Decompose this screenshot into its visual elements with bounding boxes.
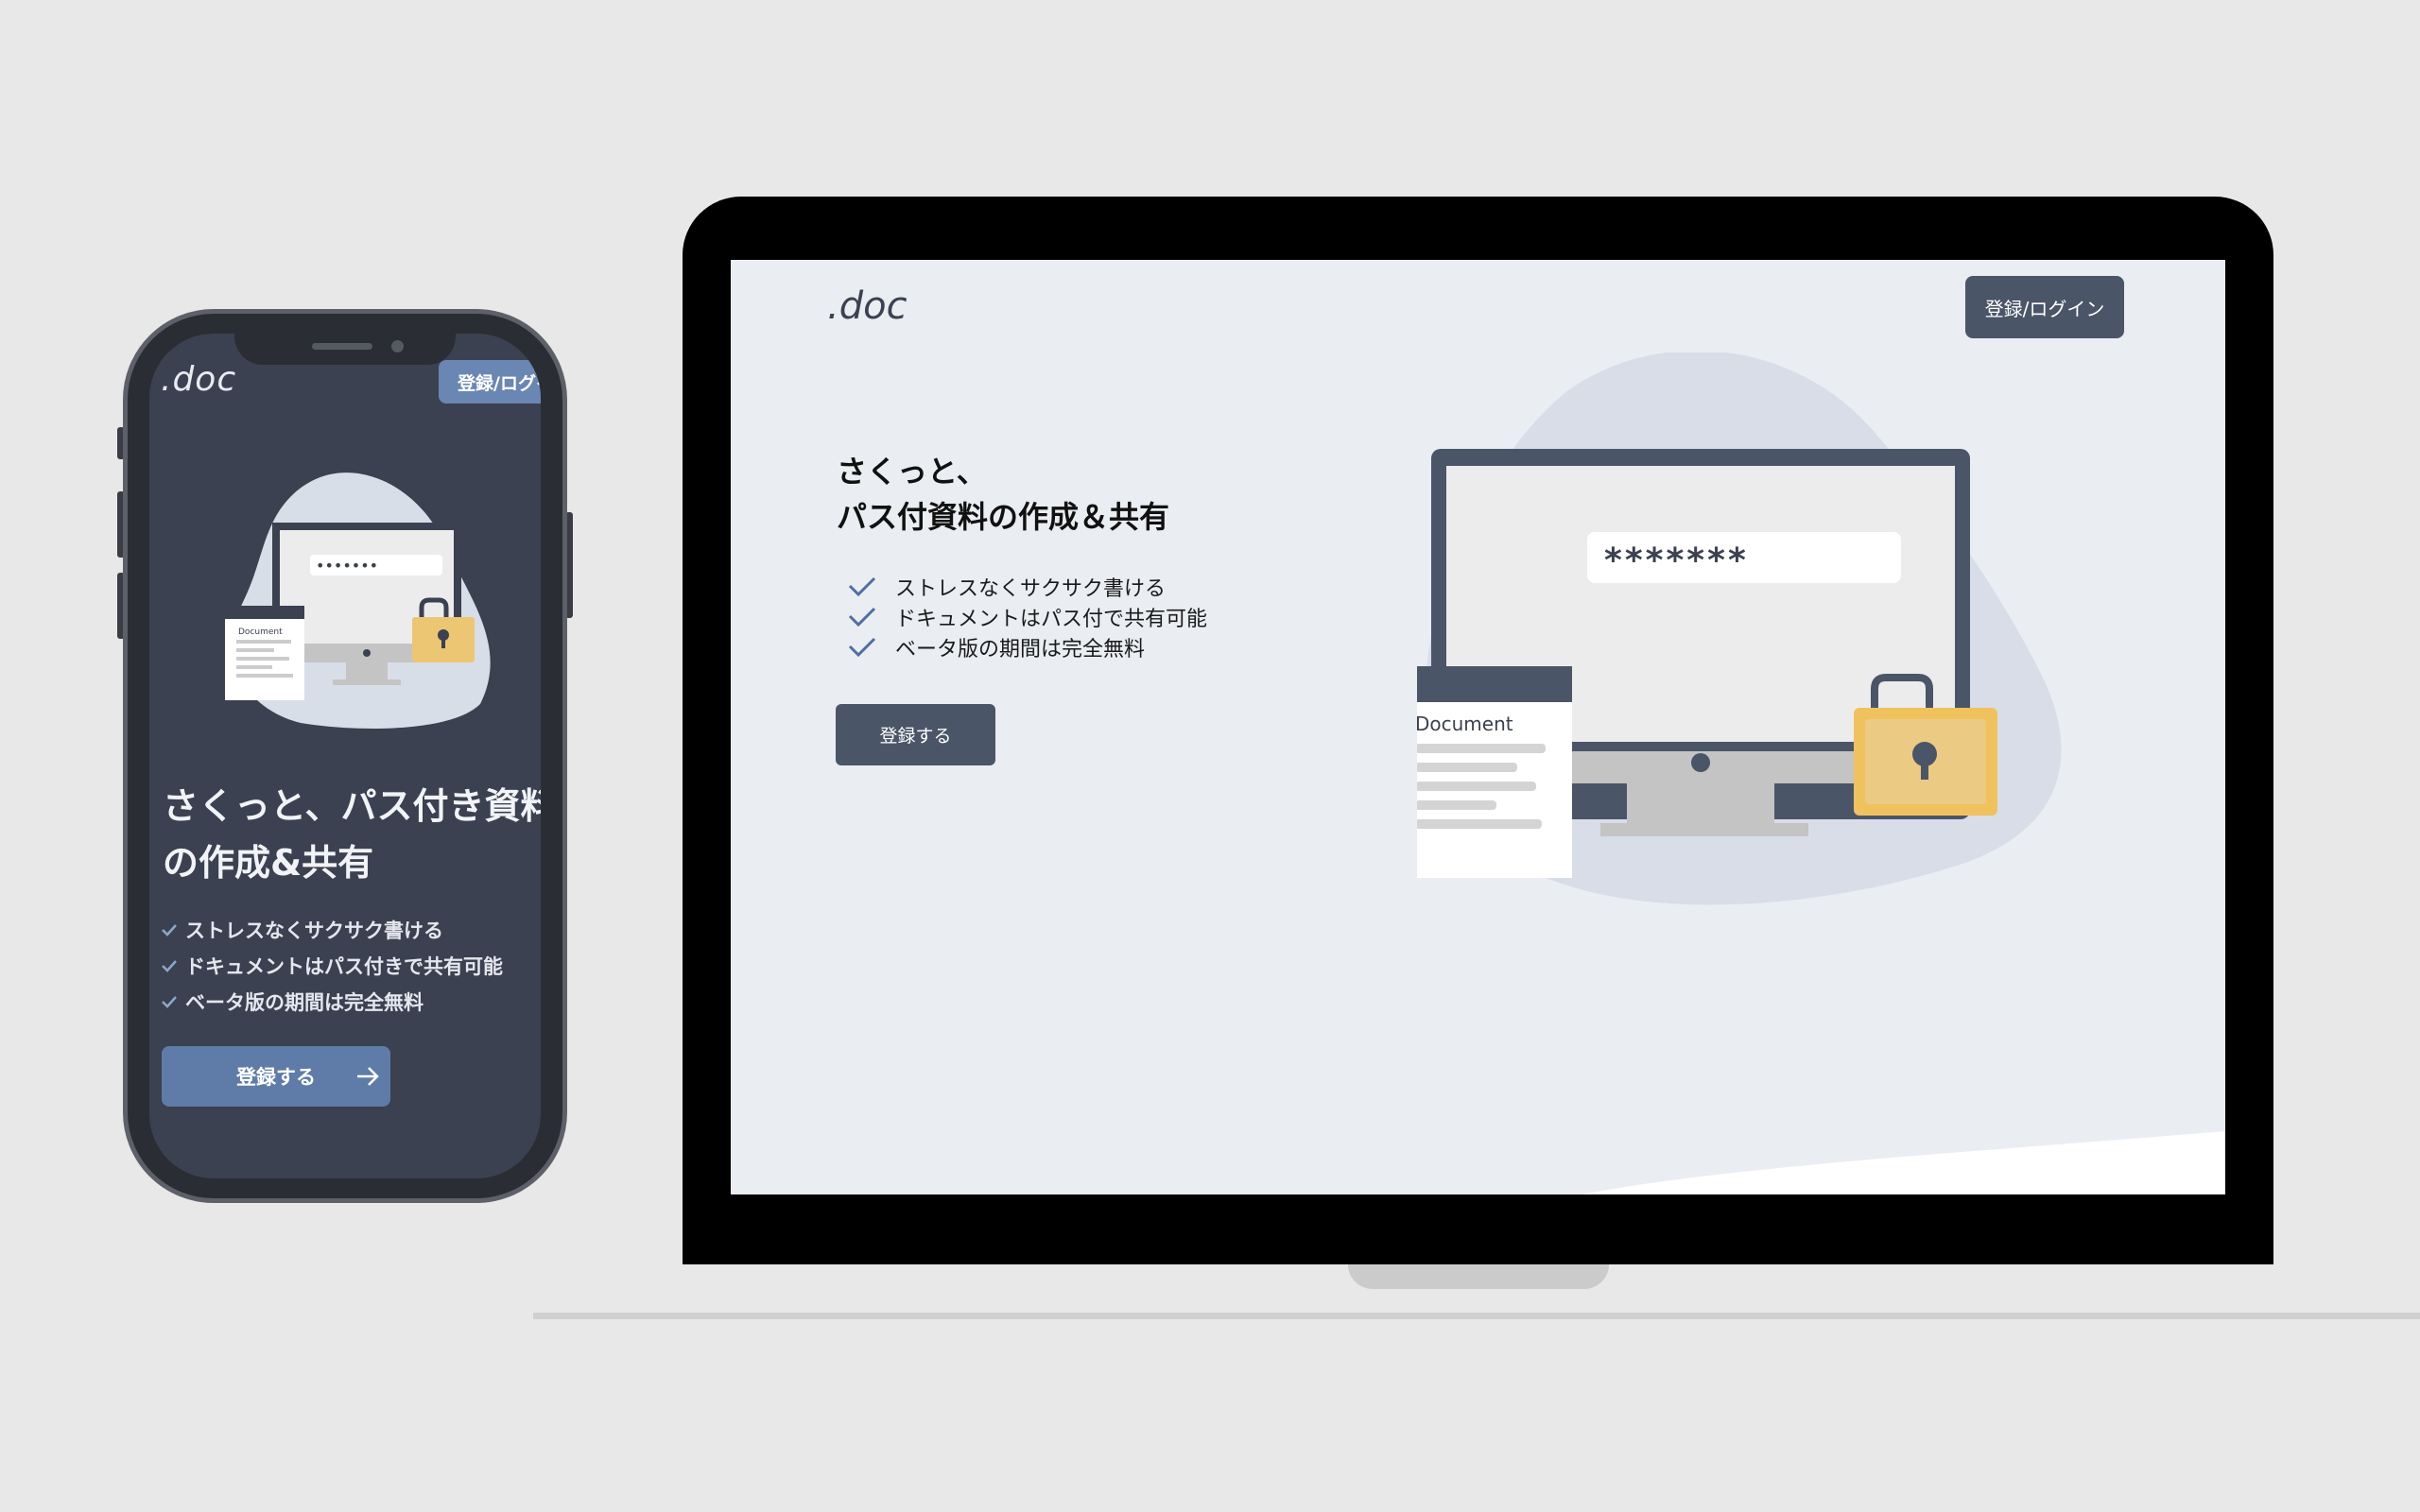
check-icon	[162, 996, 177, 1008]
check-icon	[848, 637, 876, 658]
desk-surface	[533, 1313, 2420, 1319]
check-icon	[162, 924, 177, 936]
mobile-doc-label: Document	[238, 627, 283, 637]
desktop-password-mask: *******	[1604, 541, 1749, 580]
list-item: ドキュメントはパス付で共有可能	[848, 602, 1207, 632]
list-item: ベータ版の期間は完全無料	[161, 984, 503, 1020]
mobile-feature-list: ストレスなくサクサク書ける ドキュメントはパス付きで共有可能 ベータ版の期間は完…	[161, 912, 503, 1020]
arrow-right-icon	[357, 1067, 379, 1086]
list-item: ベータ版の期間は完全無料	[848, 632, 1207, 662]
desktop-doc-label: Document	[1417, 713, 1513, 735]
desktop-login-button[interactable]: 登録/ログイン	[1965, 276, 2124, 338]
list-item: ストレスなくサクサク書ける	[161, 912, 503, 948]
desktop-logo[interactable]: .doc	[827, 284, 908, 328]
desktop-feature-list: ストレスなくサクサク書ける ドキュメントはパス付で共有可能 ベータ版の期間は完全…	[848, 572, 1207, 662]
mobile-password-mask: •••••••	[316, 557, 378, 575]
laptop-stand	[1348, 1264, 1609, 1289]
check-icon	[848, 607, 876, 627]
mobile-logo[interactable]: .doc	[161, 360, 236, 399]
check-icon	[848, 576, 876, 597]
check-icon	[162, 960, 177, 972]
phone-camera	[391, 340, 404, 352]
mobile-login-button[interactable]: 登録/ログイン	[439, 360, 541, 404]
mobile-screen: .doc 登録/ログイン ••••••• Document さくっと、パス付き資…	[149, 334, 541, 1178]
desktop-headline: さくっと、 パス付資料の作成＆共有	[837, 454, 1170, 535]
mobile-headline: さくっと、パス付き資料 の作成&共有	[163, 785, 541, 884]
list-item: ドキュメントはパス付きで共有可能	[161, 948, 503, 984]
phone-speaker	[312, 343, 372, 350]
desktop-hero-illustration: ******* Document	[1417, 352, 2062, 905]
mobile-register-button[interactable]: 登録する	[162, 1046, 390, 1107]
desktop-register-button[interactable]: 登録する	[836, 704, 995, 765]
desktop-screen: .doc 登録/ログイン さくっと、 パス付資料の作成＆共有 ストレスなくサクサ…	[731, 260, 2225, 1194]
list-item: ストレスなくサクサク書ける	[848, 572, 1207, 602]
mobile-hero-illustration: ••••••• Document	[225, 472, 491, 729]
